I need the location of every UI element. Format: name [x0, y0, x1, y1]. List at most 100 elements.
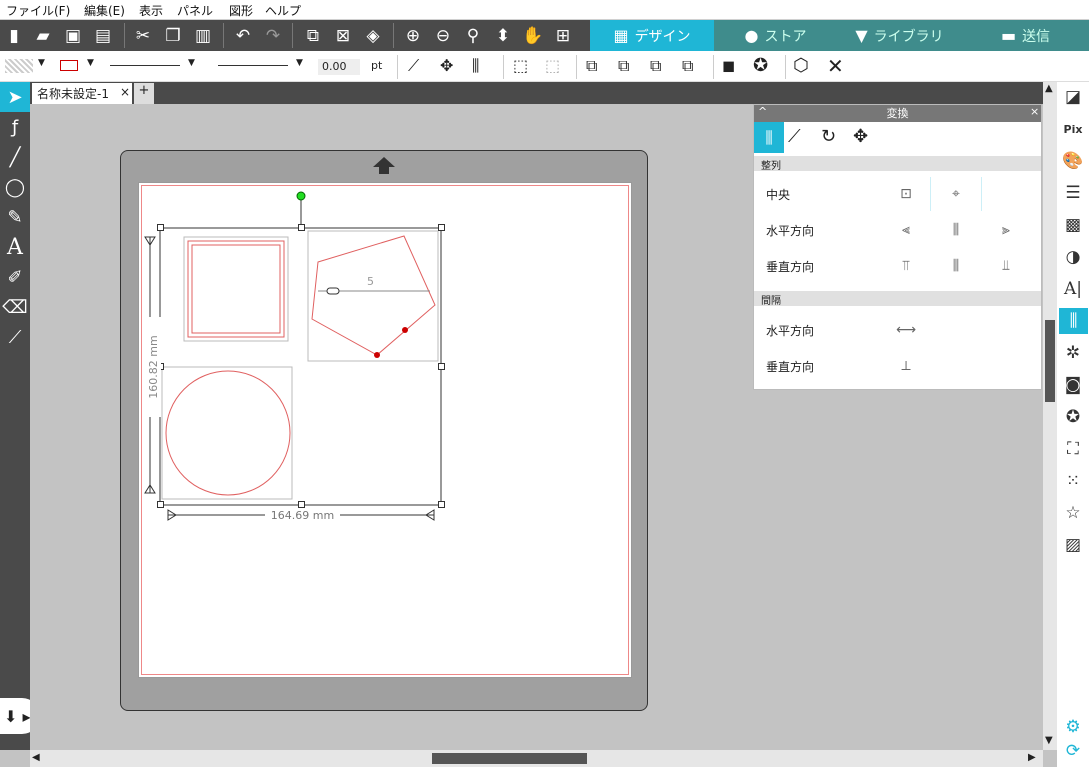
undo-icon[interactable]: ↶ — [231, 24, 255, 48]
line-width-input[interactable]: 0.00 — [318, 59, 360, 75]
resize-handle[interactable] — [438, 224, 445, 231]
redo-icon[interactable]: ↷ — [261, 24, 285, 48]
trace-icon[interactable]: ⛶ — [1060, 436, 1086, 462]
pan-move-icon[interactable]: ⬍ — [491, 24, 515, 48]
zoom-select-icon[interactable]: ⚲ — [461, 24, 485, 48]
resize-handle[interactable] — [438, 363, 445, 370]
group-icon[interactable]: ⬚ — [513, 56, 528, 75]
tab-send[interactable]: ▬ 送信 — [962, 20, 1089, 51]
move-icon[interactable]: ✥ — [440, 56, 453, 75]
scale-tab-icon[interactable]: ⟋ — [788, 126, 801, 147]
zoom-in-icon[interactable]: ⊕ — [401, 24, 425, 48]
line-style-icon[interactable]: ☰ — [1060, 180, 1086, 206]
paste-icon[interactable]: ▥ — [191, 24, 215, 48]
align-left-icon[interactable]: ⫷ — [895, 219, 917, 241]
align-right-icon[interactable]: ⫸ — [995, 219, 1017, 241]
knife-icon[interactable]: ✐ — [0, 262, 30, 292]
star-outline-icon[interactable]: ☆ — [1060, 500, 1086, 526]
align-center-icon[interactable]: ⫼ — [945, 219, 967, 241]
ungroup-icon[interactable]: ⬚ — [545, 56, 560, 75]
space-vertical-icon[interactable]: ⟂ — [895, 355, 917, 377]
pencil-icon[interactable]: ✎ — [0, 202, 30, 232]
align-icon[interactable]: ⫼ — [472, 56, 479, 76]
page-setup-icon[interactable]: ◪ — [1060, 84, 1086, 110]
ellipse-tool-icon[interactable]: ◯ — [0, 172, 30, 202]
menu-panel[interactable]: パネル — [177, 2, 213, 19]
contrast-icon[interactable]: ◑ — [1060, 244, 1086, 270]
close-icon[interactable]: ✕ — [827, 54, 844, 78]
collapse-icon[interactable]: ^ — [758, 105, 767, 118]
align-bottom-icon[interactable]: ⫫ — [995, 255, 1017, 277]
cube-icon[interactable]: ⬡ — [793, 55, 809, 76]
chevron-down-icon[interactable]: ▼ — [38, 58, 45, 68]
cut-icon[interactable]: ✂ — [131, 24, 155, 48]
tab-store[interactable]: ● ストア — [714, 20, 837, 51]
print-icon[interactable]: ▤ — [91, 24, 115, 48]
hatch-icon[interactable]: ▨ — [1060, 532, 1086, 558]
eraser-icon[interactable]: ⌫ — [0, 292, 30, 322]
tab-design[interactable]: ▦ デザイン — [590, 20, 714, 51]
tab-library[interactable]: ▼ ライブラリ — [837, 20, 962, 51]
resize-icon[interactable]: ⟋ — [408, 56, 419, 76]
scroll-down-icon[interactable]: ▼ — [1045, 735, 1053, 746]
menu-edit[interactable]: 編集(E) — [84, 2, 125, 19]
scroll-thumb[interactable] — [1045, 320, 1055, 402]
scroll-thumb[interactable] — [432, 753, 587, 764]
scroll-right-icon[interactable]: ▶ — [1028, 752, 1036, 763]
resize-handle[interactable] — [298, 501, 305, 508]
align-tab-icon[interactable]: ⫼ — [754, 122, 784, 153]
close-tab-icon[interactable]: × — [120, 85, 130, 99]
text-tool-icon[interactable]: A — [0, 232, 30, 262]
transform-panel-icon[interactable]: ⫼ — [1059, 308, 1088, 334]
menu-file[interactable]: ファイル(F) — [6, 2, 70, 19]
fill-pattern-icon[interactable]: ▩ — [1060, 212, 1086, 238]
scroll-left-icon[interactable]: ◀ — [32, 752, 40, 763]
horizontal-scrollbar[interactable]: ◀ ▶ — [30, 750, 1043, 767]
save-icon[interactable]: ▣ — [61, 24, 85, 48]
resize-handle[interactable] — [157, 501, 164, 508]
zoom-out-icon[interactable]: ⊖ — [431, 24, 455, 48]
line-style-select[interactable] — [110, 65, 180, 66]
deselect-icon[interactable]: ⊠ — [331, 24, 355, 48]
align-middle-icon[interactable]: ⫼ — [945, 255, 967, 277]
fit-page-icon[interactable]: ⊞ — [551, 24, 575, 48]
bring-front-icon[interactable]: ⧉ — [586, 56, 597, 76]
align-top-icon[interactable]: ⫪ — [895, 255, 917, 277]
modify-icon[interactable]: ◙ — [1060, 372, 1086, 398]
chevron-down-icon[interactable]: ▼ — [296, 58, 303, 68]
fill-pattern-swatch[interactable] — [5, 59, 33, 73]
resize-handle[interactable] — [298, 224, 305, 231]
forward-icon[interactable]: ⧉ — [618, 56, 629, 76]
shape-fill-icon[interactable]: ◼ — [722, 56, 735, 75]
line-color-swatch[interactable] — [60, 60, 78, 71]
chevron-down-icon[interactable]: ▼ — [87, 58, 94, 68]
resize-handle[interactable] — [157, 224, 164, 231]
select-all-icon[interactable]: ⧉ — [301, 24, 325, 48]
copy-icon[interactable]: ❐ — [161, 24, 185, 48]
new-file-icon[interactable]: ▮ — [2, 24, 26, 48]
design-objects[interactable] — [140, 185, 460, 525]
resize-handle[interactable] — [438, 501, 445, 508]
select-arrow-icon[interactable]: ➤ — [0, 82, 30, 112]
document-tab[interactable]: 名称未設定-1 × — [32, 83, 132, 104]
send-back-icon[interactable]: ⧉ — [682, 56, 693, 76]
center-page-icon[interactable]: ⊡ — [895, 183, 917, 205]
rotate-tab-icon[interactable]: ↻ — [821, 126, 836, 147]
replicate-icon[interactable]: ✲ — [1060, 340, 1086, 366]
close-icon[interactable]: × — [1030, 105, 1039, 118]
chevron-down-icon[interactable]: ▼ — [188, 58, 195, 68]
offset-icon[interactable]: ✪ — [1060, 404, 1086, 430]
select-color-icon[interactable]: ◈ — [361, 24, 385, 48]
center-icon[interactable]: ⌖ — [945, 183, 967, 205]
hand-icon[interactable]: ✋ — [521, 24, 545, 48]
space-horizontal-icon[interactable]: ⟷ — [895, 319, 917, 341]
line-tool-icon[interactable]: ╱ — [0, 142, 30, 172]
gear-icon[interactable]: ⚙ — [1060, 714, 1086, 740]
palette-icon[interactable]: 🎨 — [1060, 148, 1086, 174]
sketch-icon[interactable]: ⁙ — [1060, 468, 1086, 494]
menu-shape[interactable]: 図形 — [229, 2, 253, 19]
open-folder-icon[interactable]: ▰ — [31, 24, 55, 48]
sync-icon[interactable]: ⟳ — [1060, 738, 1086, 764]
panel-header[interactable]: ^ 変換 × — [754, 105, 1041, 122]
text-style-icon[interactable]: A| — [1060, 276, 1086, 302]
